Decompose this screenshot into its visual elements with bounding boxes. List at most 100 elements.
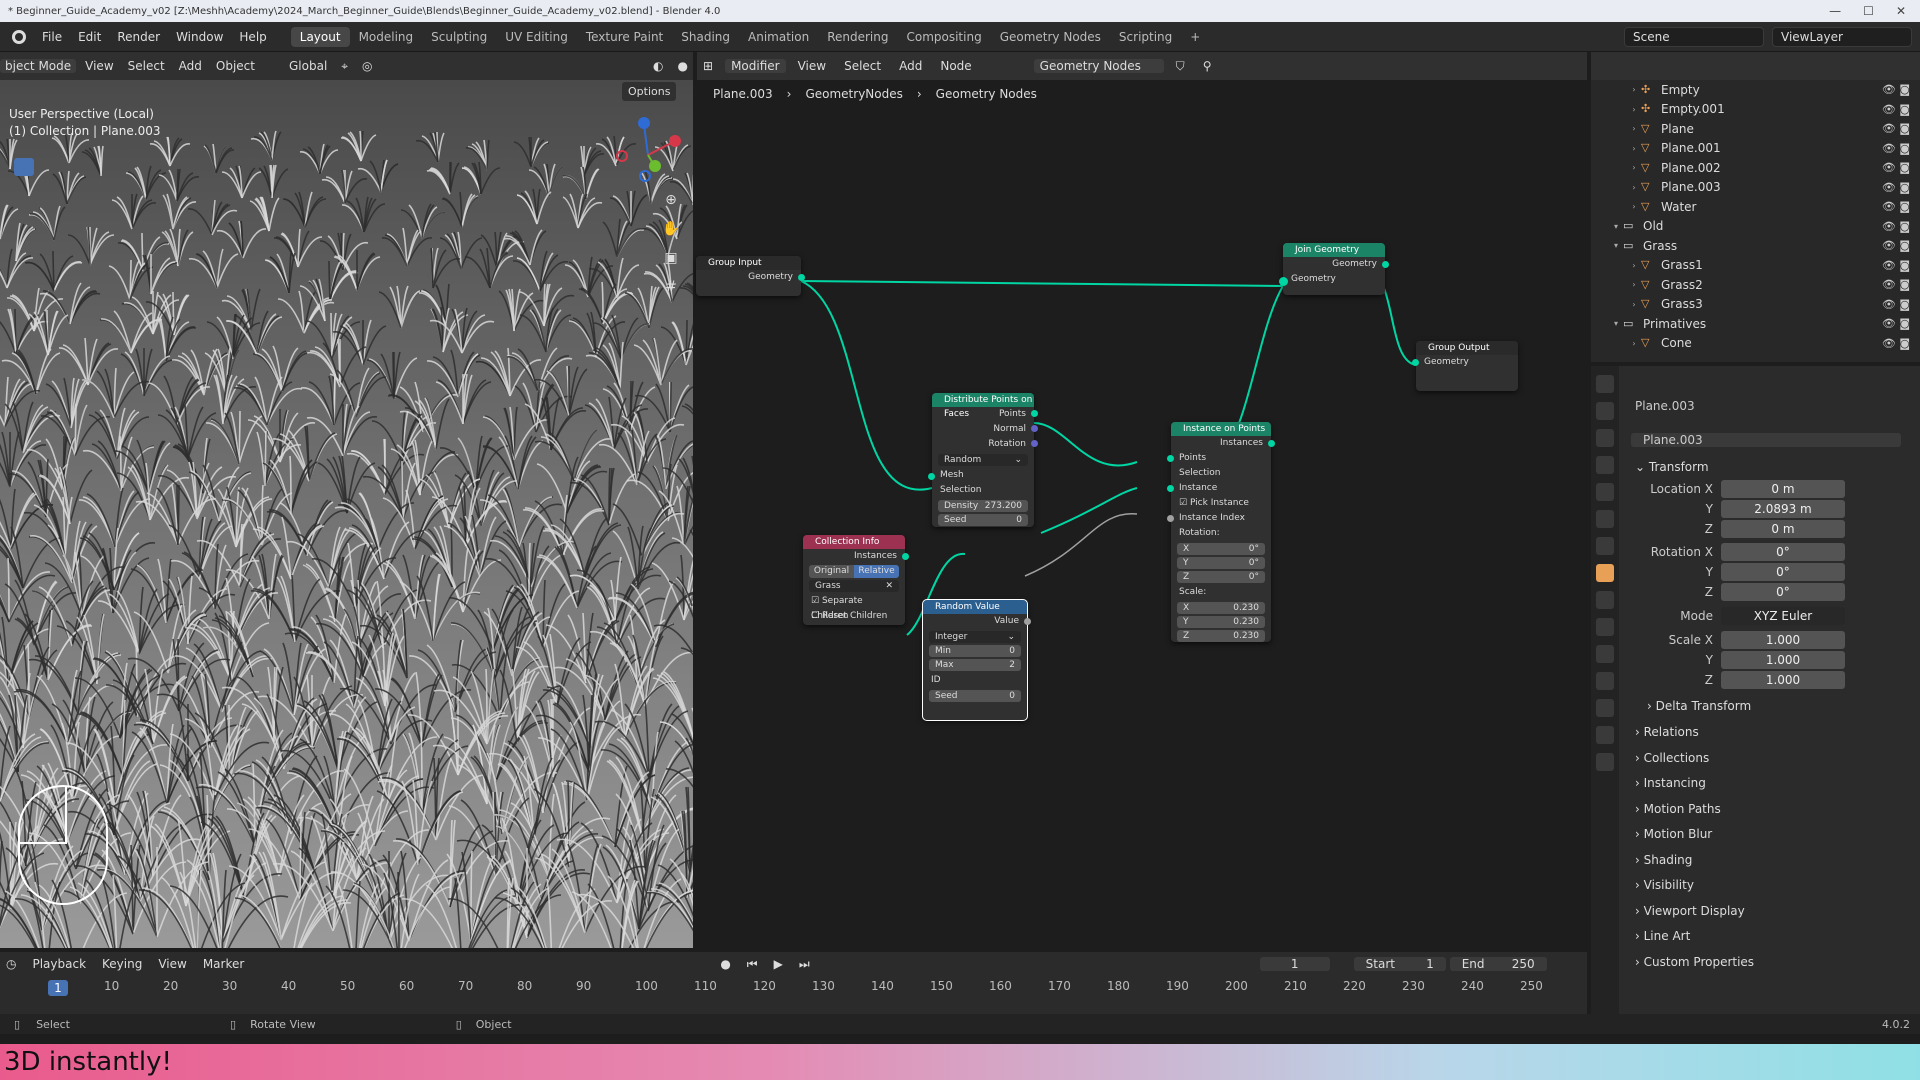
tab-modeling[interactable]: Modeling (350, 27, 423, 47)
menu-help[interactable]: Help (231, 30, 274, 44)
input-socket[interactable] (1412, 359, 1419, 366)
blender-logo-icon[interactable] (12, 29, 26, 44)
particles-tab-icon[interactable] (1596, 618, 1614, 636)
camera-icon[interactable]: ▣ (660, 247, 682, 269)
panel-header-instancing[interactable]: › Instancing (1621, 771, 1920, 795)
node-menu-node[interactable]: Node (934, 59, 977, 73)
timeline[interactable]: ◷ Playback Keying View Marker ● ⏮ ▶ ⏭ 1 … (0, 952, 1587, 1014)
expand-icon[interactable]: › (1627, 202, 1641, 211)
panel-header-motion-blur[interactable]: › Motion Blur (1621, 822, 1920, 846)
visibility-eye-icon[interactable]: 👁 ◙ (1882, 239, 1910, 252)
tab-shading[interactable]: Shading (672, 27, 739, 47)
rotation-output-socket[interactable] (1031, 440, 1038, 447)
visibility-eye-icon[interactable]: 👁 ◙ (1882, 142, 1910, 155)
node-editor-canvas[interactable]: Plane.003 › GeometryNodes › Geometry Nodes… (696, 80, 1587, 948)
tool-tab-icon[interactable] (1596, 375, 1614, 393)
grid-view-icon[interactable]: # (660, 276, 682, 298)
visibility-eye-icon[interactable]: 👁 ◙ (1882, 298, 1910, 311)
menu-render[interactable]: Render (109, 30, 168, 44)
visibility-eye-icon[interactable]: 👁 ◙ (1882, 220, 1910, 233)
expand-icon[interactable]: › (1627, 85, 1641, 94)
output-socket[interactable] (798, 274, 805, 281)
visibility-eye-icon[interactable]: 👁 ◙ (1882, 259, 1910, 272)
zoom-icon[interactable]: ⊕ (660, 189, 682, 211)
outliner-row[interactable]: ▾ ▭ Old 👁 ◙ (1591, 217, 1920, 237)
panel-header-visibility[interactable]: › Visibility (1621, 873, 1920, 897)
scene-selector[interactable]: Scene (1624, 26, 1764, 47)
tab-geometry-nodes[interactable]: Geometry Nodes (991, 27, 1110, 47)
instance-index-input-socket[interactable] (1167, 515, 1174, 522)
scale-z-row[interactable]: Z 1.000 (1621, 670, 1920, 690)
pin-icon[interactable]: ⚲ (1197, 59, 1218, 73)
outliner-row[interactable]: › ▽ Grass3 👁 ◙ (1591, 295, 1920, 315)
scale-y-field[interactable]: 1.000 (1721, 651, 1845, 669)
rotation-z-row[interactable]: Z 0° (1621, 582, 1920, 602)
transform-orientation-selector[interactable]: Global (284, 59, 332, 73)
overlay-icon[interactable]: ◐ (648, 59, 668, 73)
material-tab-icon[interactable] (1596, 726, 1614, 744)
node-menu-add[interactable]: Add (893, 59, 928, 73)
viewport-menu-object[interactable]: Object (211, 59, 260, 73)
original-toggle[interactable]: Original (809, 565, 854, 578)
max-field[interactable]: Max 2 (929, 659, 1021, 671)
shading-solid-icon[interactable]: ● (673, 59, 693, 73)
expand-icon[interactable]: ▾ (1609, 241, 1623, 250)
expand-icon[interactable]: › (1627, 105, 1641, 114)
navigation-gizmo[interactable] (608, 110, 688, 190)
separate-children-checkbox[interactable]: ☑ Separate Children (803, 594, 905, 621)
rotation-y-field[interactable]: Y 0° (1177, 557, 1265, 569)
texture-tab-icon[interactable] (1596, 753, 1614, 771)
view-layer-tab-icon[interactable] (1596, 456, 1614, 474)
expand-icon[interactable]: › (1627, 144, 1641, 153)
menu-window[interactable]: Window (168, 30, 231, 44)
visibility-eye-icon[interactable]: 👁 ◙ (1882, 83, 1910, 96)
play-icon[interactable]: ▶ (768, 957, 789, 971)
visibility-eye-icon[interactable]: 👁 ◙ (1882, 161, 1910, 174)
scene-tab-icon[interactable] (1596, 483, 1614, 501)
relative-toggle[interactable]: Relative (854, 565, 899, 578)
location-z-row[interactable]: Z0 m (1621, 519, 1920, 539)
panel-header-motion-paths[interactable]: › Motion Paths (1621, 797, 1920, 821)
rotation-y-row[interactable]: Y 0° (1621, 562, 1920, 582)
select-box-icon[interactable] (14, 158, 34, 176)
data-name-row[interactable]: Plane.003 (1621, 430, 1920, 450)
end-frame-field[interactable]: End 250 (1449, 957, 1547, 971)
modifier-context-selector[interactable]: Modifier (725, 59, 786, 73)
scale-x-field[interactable]: 1.000 (1721, 631, 1845, 649)
expand-icon[interactable]: ▾ (1609, 222, 1623, 231)
density-field[interactable]: Density 273.200 (938, 500, 1028, 512)
tab-animation[interactable]: Animation (739, 27, 818, 47)
value-output-socket[interactable] (1024, 618, 1031, 625)
expand-icon[interactable]: ▾ (1609, 319, 1623, 328)
random-value-node[interactable]: Random Value Value Integer ⌄ Min 0 Max 2 ID… (922, 599, 1031, 721)
viewport-menu-add[interactable]: Add (174, 59, 207, 73)
constraints-tab-icon[interactable] (1596, 672, 1614, 690)
panel-header-relations[interactable]: › Relations (1621, 720, 1920, 744)
join-geometry-node[interactable]: Join Geometry Geometry Geometry (1279, 243, 1389, 295)
output-tab-icon[interactable] (1596, 429, 1614, 447)
expand-icon[interactable]: › (1627, 261, 1641, 270)
timeline-menu-view[interactable]: View (152, 957, 192, 971)
panel-header-custom-properties[interactable]: › Custom Properties (1621, 950, 1920, 974)
visibility-eye-icon[interactable]: 👁 ◙ (1882, 317, 1910, 330)
instance-input-socket[interactable] (1167, 485, 1174, 492)
transform-panel-header[interactable]: ⌄ Transform (1621, 455, 1920, 479)
select-tool-icons[interactable] (14, 158, 44, 178)
rotation-y-field[interactable]: 0° (1721, 563, 1845, 581)
jump-start-icon[interactable]: ⏮ (741, 957, 764, 972)
outliner-row[interactable]: › ▽ Grass2 👁 ◙ (1591, 275, 1920, 295)
viewport-menu-view[interactable]: View (80, 59, 118, 73)
modifier-tab-icon[interactable] (1596, 591, 1614, 609)
object-name-field[interactable]: Plane.003 (1631, 433, 1901, 447)
add-workspace-icon[interactable]: + (1181, 27, 1209, 47)
normal-output-socket[interactable] (1031, 425, 1038, 432)
expand-icon[interactable]: › (1627, 339, 1641, 348)
visibility-eye-icon[interactable]: 👁 ◙ (1882, 337, 1910, 350)
instances-output-socket[interactable] (1268, 440, 1275, 447)
input-socket[interactable] (1279, 277, 1288, 286)
timeline-menu-playback[interactable]: Playback (26, 957, 92, 971)
tab-texture-paint[interactable]: Texture Paint (577, 27, 672, 47)
tab-uv-editing[interactable]: UV Editing (496, 27, 577, 47)
editor-type-icon[interactable]: ⊞ (697, 59, 719, 73)
3d-viewport[interactable]: User Perspective (Local) (1) Collection … (0, 80, 693, 948)
